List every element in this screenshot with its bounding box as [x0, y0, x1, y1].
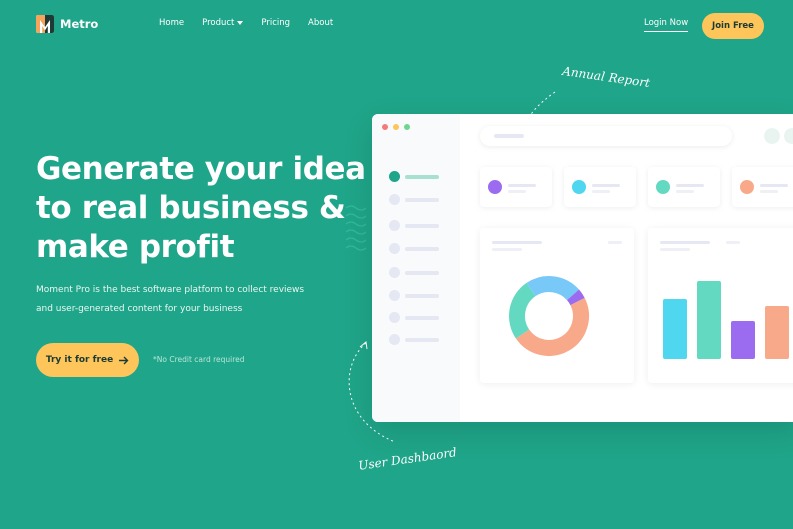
caret-down-icon [237, 21, 244, 25]
nav-about-link[interactable]: About [308, 18, 333, 28]
window-dot-red [382, 124, 388, 130]
bar-2 [697, 281, 721, 359]
bar-1 [663, 299, 687, 359]
stat-badge [656, 180, 670, 194]
subtitle-line-1: Moment Pro is the best software platform… [36, 285, 305, 295]
stat-badge [740, 180, 754, 194]
subtitle-line-2: and user-generated content for your busi… [36, 304, 243, 314]
headline-line-2: to real business & [36, 190, 346, 226]
brand-name: Metro [60, 17, 99, 31]
no-credit-card-note: *No Credit card required [153, 355, 245, 364]
join-free-button[interactable]: Join Free [702, 13, 764, 39]
try-free-label: Try it for free [45, 355, 114, 365]
sidebar-row [389, 267, 439, 278]
login-link[interactable]: Login Now [644, 18, 689, 32]
sidebar-row [389, 334, 439, 345]
donut-segment-1 [515, 297, 589, 356]
sidebar-row [389, 194, 439, 205]
window-dot-green [404, 124, 410, 130]
sidebar-row [389, 290, 439, 301]
stat-card [732, 167, 793, 207]
stat-card [564, 167, 636, 207]
window-controls [382, 124, 410, 130]
dashboard-sidebar [372, 114, 460, 422]
donut-chart-panel [480, 228, 634, 383]
bar-3 [731, 321, 755, 359]
donut-segment-2 [509, 282, 536, 339]
stat-badge [572, 180, 586, 194]
sidebar-row [389, 220, 439, 231]
top-navigation: Metro Home Product Pricing About Login N… [0, 0, 793, 52]
donut-segment-4 [566, 289, 585, 306]
nav-product-label: Product [202, 18, 235, 28]
main-menu: Home Product Pricing About [159, 18, 351, 28]
sidebar-row-active [389, 171, 439, 182]
dashboard-preview [372, 114, 793, 422]
sidebar-row [389, 312, 439, 323]
user-dashboard-annotation: User Dashbaord [357, 445, 458, 473]
stat-card [480, 167, 552, 207]
donut-segment-3 [526, 276, 580, 301]
headline-line-3: make profit [36, 229, 235, 265]
metro-logo-icon [36, 15, 54, 33]
nav-home-link[interactable]: Home [159, 18, 184, 28]
nav-product-dropdown[interactable]: Product [202, 18, 244, 28]
header-circle [764, 128, 780, 144]
stat-card [648, 167, 720, 207]
nav-pricing-link[interactable]: Pricing [261, 18, 290, 28]
window-dot-yellow [393, 124, 399, 130]
dashboard-search-bar [480, 126, 732, 146]
bar-chart-panel [648, 228, 793, 383]
stat-badge [488, 180, 502, 194]
brand-logo[interactable]: Metro [36, 15, 98, 33]
sidebar-row [389, 243, 439, 254]
bar-chart [663, 281, 789, 359]
annual-report-annotation: Annual Report [561, 63, 651, 91]
arrow-right-icon [119, 356, 129, 364]
bar-4 [765, 306, 789, 359]
hero-headline: Generate your idea to real business & ma… [36, 150, 366, 267]
headline-line-1: Generate your idea [36, 151, 366, 187]
header-circle [784, 128, 793, 144]
try-free-button[interactable]: Try it for free [36, 343, 139, 377]
donut-chart [509, 276, 589, 356]
hero-subtitle: Moment Pro is the best software platform… [36, 281, 336, 319]
